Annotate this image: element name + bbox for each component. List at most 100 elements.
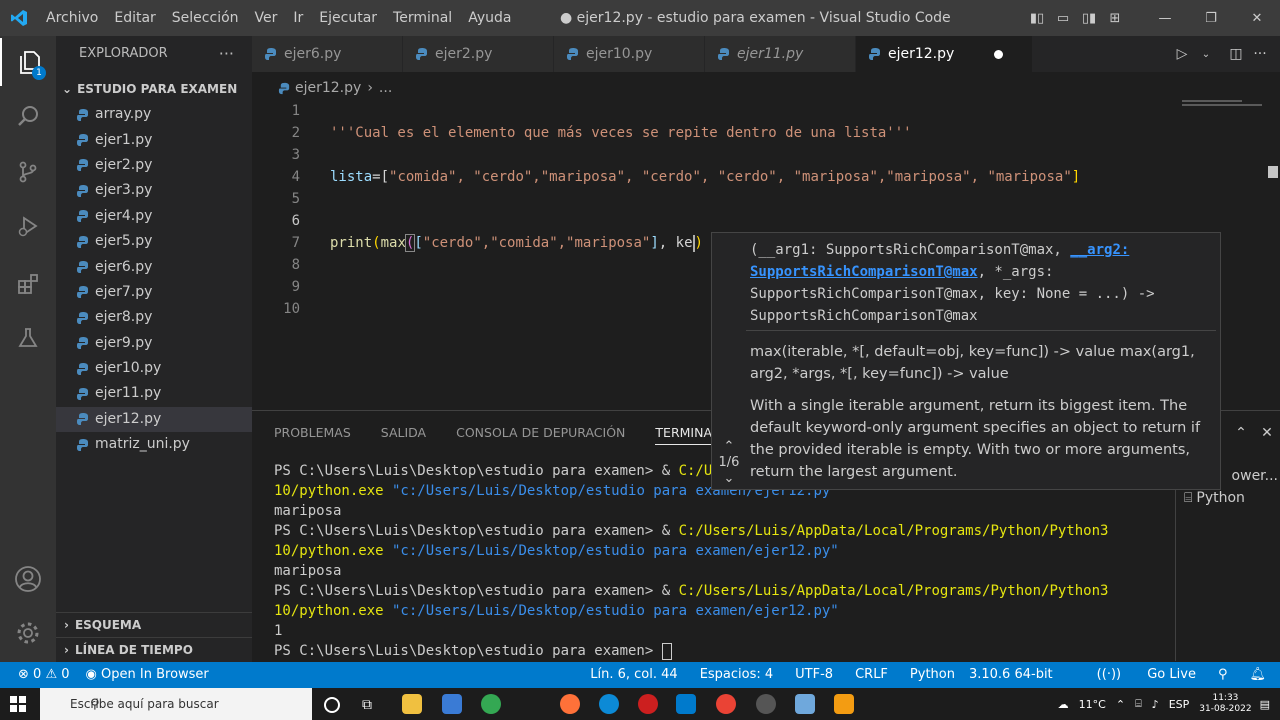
open-in-browser-status[interactable]: ◉ Open In Browser [86, 662, 209, 688]
close-window-icon[interactable]: ✕ [1234, 11, 1280, 26]
menu-terminal[interactable]: Terminal [385, 0, 460, 36]
editor-tab[interactable]: ejer12.py [856, 36, 1033, 72]
restore-icon[interactable]: ❐ [1188, 11, 1234, 26]
search-icon[interactable] [0, 92, 56, 140]
file-item[interactable]: ejer3.py [56, 178, 252, 203]
edge-icon[interactable] [599, 694, 619, 714]
tab-salida[interactable]: SALIDA [381, 425, 426, 445]
menu-ejecutar[interactable]: Ejecutar [311, 0, 385, 36]
file-item[interactable]: ejer5.py [56, 229, 252, 254]
cursor-position[interactable]: Lín. 6, col. 44 [590, 662, 677, 688]
maximize-panel-icon[interactable]: ⌃ [1228, 425, 1254, 441]
close-panel-icon[interactable]: ✕ [1254, 425, 1280, 441]
vlc-icon[interactable] [834, 694, 854, 714]
go-live-button[interactable]: ((·)) Go Live [1075, 662, 1196, 688]
source-control-icon[interactable] [0, 148, 56, 196]
toggle-panel-icon[interactable]: ▭ [1050, 11, 1076, 26]
minimize-icon[interactable]: — [1142, 11, 1188, 26]
more-actions-icon[interactable]: ··· [219, 36, 234, 72]
scrollbar-thumb[interactable] [1268, 166, 1278, 178]
file-item[interactable]: ejer6.py [56, 254, 252, 279]
windows-start-icon[interactable] [10, 696, 26, 716]
terminal-item-python[interactable]: ⌸ Python [1176, 487, 1280, 509]
file-item[interactable]: ejer8.py [56, 305, 252, 330]
title-bar: Archivo Editar Selección Ver Ir Ejecutar… [0, 0, 1280, 36]
tab-terminal[interactable]: TERMINAL [655, 425, 719, 445]
accounts-icon[interactable] [0, 555, 56, 603]
tab-problemas[interactable]: PROBLEMAS [274, 425, 351, 445]
layout-icon[interactable]: ⊞ [1102, 11, 1128, 26]
vscode-taskbar-icon[interactable] [676, 694, 696, 714]
timeline-section[interactable]: › LÍNEA DE TIEMPO [56, 637, 260, 662]
firefox-icon[interactable] [560, 694, 580, 714]
terminal-output[interactable]: PS C:\Users\Luis\Desktop\estudio para ex… [274, 461, 1194, 661]
editor-tab[interactable]: ejer6.py [252, 36, 403, 72]
outline-section[interactable]: › ESQUEMA [56, 612, 260, 637]
file-item[interactable]: matriz_uni.py [56, 432, 252, 457]
feedback-icon[interactable]: ⚲ [1218, 662, 1228, 688]
menu-seleccion[interactable]: Selección [164, 0, 247, 36]
eol-status[interactable]: CRLF [855, 662, 888, 688]
language-mode[interactable]: Python [910, 662, 955, 688]
network-icon[interactable]: ⌸ [1135, 697, 1142, 711]
file-item[interactable]: ejer12.py [56, 406, 252, 433]
store-icon[interactable] [442, 694, 462, 714]
workspace-folder[interactable]: ⌄ ESTUDIO PARA EXAMEN [56, 76, 252, 102]
file-item[interactable]: ejer11.py [56, 381, 252, 406]
app-icon[interactable] [756, 694, 776, 714]
opera-icon[interactable] [638, 694, 658, 714]
file-item[interactable]: ejer4.py [56, 204, 252, 229]
menu-ir[interactable]: Ir [285, 0, 311, 36]
app2-icon[interactable] [795, 694, 815, 714]
toggle-secondary-icon[interactable]: ▯▮ [1076, 11, 1102, 26]
chrome-icon[interactable] [481, 694, 501, 714]
file-explorer-icon[interactable] [402, 694, 422, 714]
file-item[interactable]: ejer10.py [56, 356, 252, 381]
temperature[interactable]: 11°C [1079, 698, 1106, 711]
run-file-icon[interactable]: ▷ [1170, 46, 1194, 62]
file-item[interactable]: ejer2.py [56, 153, 252, 178]
minimap[interactable] [1182, 100, 1262, 108]
file-item[interactable]: ejer1.py [56, 127, 252, 152]
problems-status[interactable]: ⊗ 0 ⚠ 0 [18, 662, 70, 688]
task-view-icon[interactable]: ⧉ [362, 694, 382, 714]
taskbar-search[interactable]: ⚲ Escribe aquí para buscar [40, 688, 312, 720]
chevron-up-icon[interactable]: ⌃ [714, 439, 744, 455]
split-editor-icon[interactable]: ◫ [1224, 46, 1248, 62]
clock[interactable]: 11:33 31-08-2022 [1199, 693, 1251, 715]
tray-expand-icon[interactable]: ⌃ [1116, 698, 1125, 711]
editor-tab[interactable]: ejer10.py [554, 36, 705, 72]
editor-tab[interactable]: ejer2.py [403, 36, 554, 72]
notification-center-icon[interactable]: ▤ [1260, 698, 1270, 711]
chevron-down-icon[interactable]: ⌄ [714, 471, 744, 487]
encoding-status[interactable]: UTF-8 [795, 662, 833, 688]
breadcrumb-file[interactable]: ejer12.py [295, 76, 361, 100]
volume-icon[interactable]: ♪ [1152, 698, 1159, 711]
weather-icon[interactable]: ☁ [1058, 698, 1069, 711]
testing-icon[interactable] [0, 314, 56, 362]
menu-archivo[interactable]: Archivo [38, 0, 106, 36]
file-item[interactable]: array.py [56, 102, 252, 127]
menu-ayuda[interactable]: Ayuda [460, 0, 519, 36]
more-actions-icon[interactable]: ··· [1248, 46, 1272, 62]
menu-editar[interactable]: Editar [106, 0, 163, 36]
explorer-icon[interactable]: 1 [0, 38, 58, 86]
cortana-icon[interactable] [324, 697, 340, 713]
run-debug-icon[interactable] [0, 202, 56, 250]
settings-gear-icon[interactable] [0, 609, 56, 657]
breadcrumb-symbol[interactable]: ... [379, 76, 392, 100]
keyboard-language[interactable]: ESP [1169, 698, 1190, 711]
file-item[interactable]: ejer7.py [56, 280, 252, 305]
tab-consola-depuracion[interactable]: CONSOLA DE DEPURACIÓN [456, 425, 625, 445]
unsaved-dot-icon[interactable] [994, 49, 1004, 59]
interpreter-status[interactable]: 3.10.6 64-bit [969, 662, 1053, 688]
extensions-icon[interactable] [0, 260, 56, 308]
notifications-bell-icon[interactable]: 🔔︎ [1249, 662, 1266, 688]
toggle-sidebar-icon[interactable]: ▮▯ [1024, 11, 1050, 26]
menu-ver[interactable]: Ver [247, 0, 286, 36]
run-dropdown-icon[interactable]: ⌄ [1194, 49, 1218, 60]
file-item[interactable]: ejer9.py [56, 331, 252, 356]
indentation-status[interactable]: Espacios: 4 [700, 662, 773, 688]
chrome-alt-icon[interactable] [716, 694, 736, 714]
editor-tab[interactable]: ejer11.py [705, 36, 856, 72]
